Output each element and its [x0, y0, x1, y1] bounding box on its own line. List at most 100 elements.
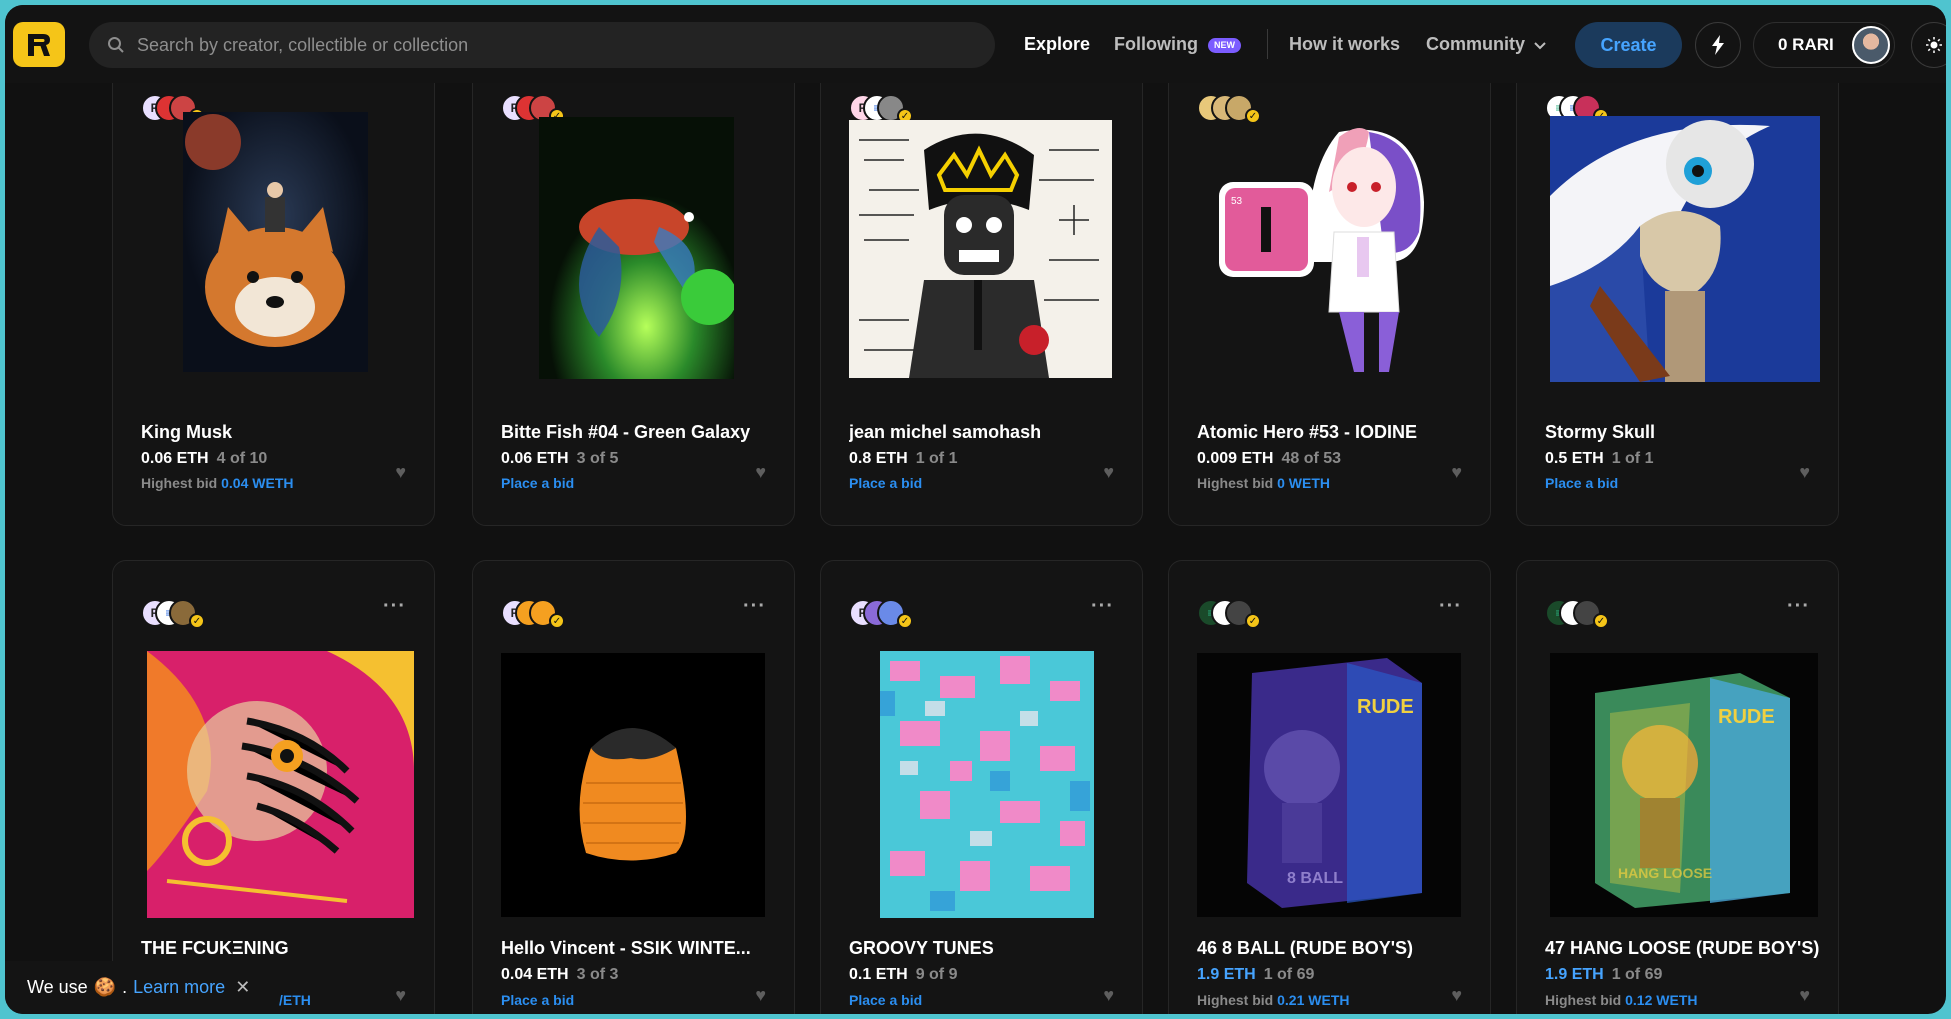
price: 0.5 ETH: [1545, 450, 1604, 467]
bid-value[interactable]: 0.12 WETH: [1625, 992, 1697, 1008]
bid-row: Highest bid 0.04 WETH: [141, 475, 293, 491]
account-button[interactable]: 0 RARI: [1753, 22, 1895, 68]
bid-value[interactable]: /ETH: [279, 992, 311, 1008]
card-title[interactable]: Stormy Skull: [1545, 422, 1655, 443]
theme-toggle-button[interactable]: [1911, 22, 1946, 68]
nft-card[interactable]: R ✓ ··· Bitte Fish #04 - Green Galaxy 0.…: [472, 43, 795, 526]
nft-artwork[interactable]: [880, 651, 1094, 918]
nft-artwork[interactable]: RUDE 8 BALL: [1197, 653, 1461, 917]
editions: 1 of 69: [1263, 966, 1315, 983]
bid-prefix: Highest bid: [1545, 992, 1622, 1008]
nft-card[interactable]: R ≡ ✓ ··· THE FCUKΞNING /ETH: [112, 560, 435, 1014]
heart-icon[interactable]: ♥: [1799, 462, 1810, 483]
more-options-button[interactable]: ···: [1439, 595, 1462, 618]
card-title[interactable]: GROOVY TUNES: [849, 938, 994, 959]
artwork-image: 53: [1219, 128, 1424, 372]
nft-artwork[interactable]: [147, 651, 414, 918]
nav-following[interactable]: Following: [1114, 34, 1198, 55]
heart-icon[interactable]: ♥: [1451, 985, 1462, 1006]
close-icon[interactable]: ✕: [235, 977, 250, 998]
sun-icon: [1926, 37, 1942, 53]
card-title[interactable]: Bitte Fish #04 - Green Galaxy: [501, 422, 750, 443]
user-avatar[interactable]: [1852, 26, 1890, 64]
heart-icon[interactable]: ♥: [395, 462, 406, 483]
place-bid-link[interactable]: Place a bid: [849, 992, 922, 1008]
nft-artwork[interactable]: [183, 112, 368, 372]
price: 1.9 ETH: [1545, 966, 1604, 983]
artwork-image: [183, 112, 368, 372]
activity-button[interactable]: [1695, 22, 1741, 68]
bid-row: Place a bid: [1545, 475, 1618, 491]
heart-icon[interactable]: ♥: [1103, 462, 1114, 483]
nft-artwork[interactable]: [539, 117, 734, 379]
nft-card[interactable]: R ✓ ··· Hello Vincent - SSIK WINTE... 0.…: [472, 560, 795, 1014]
price-row: 0.8 ETH 1 of 1: [849, 450, 957, 468]
nav-explore[interactable]: Explore: [1024, 34, 1090, 55]
nav-how-it-works[interactable]: How it works: [1289, 34, 1400, 55]
nft-card[interactable]: R ✓ ··· King Musk 0.06 ETH4 of 10 H: [112, 43, 435, 526]
nft-card[interactable]: ≡ ✓ ··· RUDE 8 BALL 46 8 BALL (RUDE BOY'…: [1168, 560, 1491, 1014]
heart-icon[interactable]: ♥: [1799, 985, 1810, 1006]
card-title[interactable]: King Musk: [141, 422, 232, 443]
card-title[interactable]: THE FCUKΞNING: [141, 938, 289, 959]
card-title[interactable]: Hello Vincent - SSIK WINTE...: [501, 938, 751, 959]
place-bid-link[interactable]: Place a bid: [849, 475, 922, 491]
artwork-image: [501, 653, 765, 917]
search-bar[interactable]: [89, 22, 995, 68]
verified-icon: ✓: [1245, 613, 1261, 629]
more-options-button[interactable]: ···: [383, 595, 406, 618]
verified-icon: ✓: [189, 613, 205, 629]
nft-card[interactable]: R ≡ ✓ ··· jean michel s: [820, 43, 1143, 526]
cookie-banner: We use 🍪 . Learn more ✕: [5, 961, 265, 1014]
lightning-icon: [1712, 35, 1724, 55]
svg-text:8 BALL: 8 BALL: [1287, 870, 1343, 887]
nft-card[interactable]: ≡ ✓ ··· RUDE HANG LOOSE 47 HANG LOOSE (R…: [1516, 560, 1839, 1014]
nft-card[interactable]: R ✓ ···: [820, 560, 1143, 1014]
artwork-image: [147, 651, 414, 918]
bid-value[interactable]: 0.04 WETH: [221, 475, 293, 491]
bid-value[interactable]: 0 WETH: [1277, 475, 1330, 491]
card-title[interactable]: jean michel samohash: [849, 422, 1041, 443]
cookie-icon: 🍪: [93, 977, 117, 997]
nft-card[interactable]: ✓ ··· 53 Atomic Hero #53 - IODINE 0.009 …: [1168, 43, 1491, 526]
heart-icon[interactable]: ♥: [395, 985, 406, 1006]
nav-community[interactable]: Community: [1426, 34, 1546, 55]
card-title[interactable]: Atomic Hero #53 - IODINE: [1197, 422, 1417, 443]
more-options-button[interactable]: ···: [1091, 595, 1114, 618]
nft-card[interactable]: ≡ ≡ ✓ ··· Stormy Skull 0.5 ETH1 of 1 Pla…: [1516, 43, 1839, 526]
card-title[interactable]: 46 8 BALL (RUDE BOY'S): [1197, 938, 1413, 959]
card-title[interactable]: 47 HANG LOOSE (RUDE BOY'S): [1545, 938, 1819, 959]
nft-artwork[interactable]: [501, 653, 765, 917]
price-row: 0.009 ETH 48 of 53: [1197, 450, 1341, 468]
artwork-image: [539, 117, 734, 379]
nft-artwork[interactable]: RUDE HANG LOOSE: [1550, 653, 1818, 917]
artwork-image: [849, 120, 1112, 378]
nft-artwork[interactable]: [849, 120, 1112, 378]
place-bid-link[interactable]: Place a bid: [501, 992, 574, 1008]
editions: 3 of 5: [576, 450, 619, 467]
bid-prefix: Highest bid: [1197, 992, 1274, 1008]
bid-prefix: Highest bid: [1197, 475, 1274, 491]
more-options-button[interactable]: ···: [743, 595, 766, 618]
price-row: 1.9 ETH 1 of 69: [1197, 966, 1314, 984]
price: 0.1 ETH: [849, 966, 908, 983]
heart-icon[interactable]: ♥: [755, 462, 766, 483]
editions: 1 of 1: [1611, 450, 1654, 467]
place-bid-link[interactable]: Place a bid: [501, 475, 574, 491]
nft-artwork[interactable]: [1550, 116, 1820, 382]
heart-icon[interactable]: ♥: [1103, 985, 1114, 1006]
search-input[interactable]: [137, 34, 957, 56]
nft-artwork[interactable]: 53: [1219, 112, 1444, 382]
place-bid-link[interactable]: Place a bid: [1545, 475, 1618, 491]
create-button[interactable]: Create: [1575, 22, 1682, 68]
artwork-image: [880, 651, 1094, 918]
learn-more-link[interactable]: Learn more: [133, 977, 225, 998]
more-options-button[interactable]: ···: [1787, 595, 1810, 618]
editions: 3 of 3: [576, 966, 619, 983]
bid-value[interactable]: 0.21 WETH: [1277, 992, 1349, 1008]
editions: 9 of 9: [915, 966, 958, 983]
heart-icon[interactable]: ♥: [755, 985, 766, 1006]
rarible-logo[interactable]: [13, 22, 65, 67]
price-row: 0.06 ETH 3 of 5: [501, 450, 618, 468]
heart-icon[interactable]: ♥: [1451, 462, 1462, 483]
